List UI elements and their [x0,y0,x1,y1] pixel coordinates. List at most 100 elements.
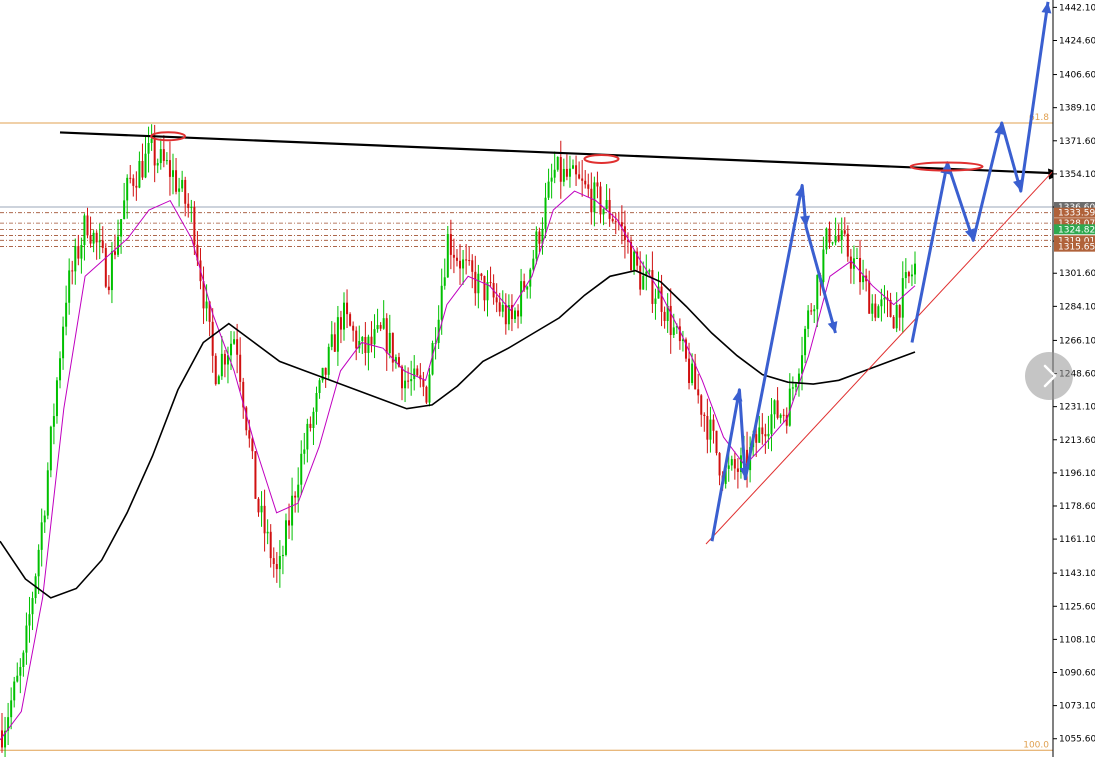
tick-label: 1231.10 [1059,403,1095,413]
candle-body [40,522,43,550]
candle-body [178,188,181,192]
projection-arrows [710,1,1052,542]
candle-body [614,221,617,223]
candle-body [233,339,236,344]
candle-body [825,228,828,250]
candle-body [776,400,779,418]
candle-body [98,240,101,243]
tick-label: 1125.60 [1059,602,1095,612]
candles [1,124,916,758]
candle-body [581,178,584,181]
candle-body [52,416,55,427]
candle-body [144,153,147,178]
candle-body [135,185,138,188]
candle-body [327,346,330,375]
candle-body [883,297,886,300]
candle-body [132,178,135,186]
candle-body [309,423,312,428]
candle-body [868,281,871,314]
candle-body [877,306,880,318]
candle-body [113,251,116,255]
candle-body [483,276,486,301]
candle-body [65,302,68,327]
candle-body [370,336,373,345]
candle-body [843,230,846,234]
tick-label: 1161.10 [1059,535,1095,545]
candle-body [413,368,416,380]
arrowhead [964,228,975,241]
candle-body [697,389,700,396]
candle-body [871,303,874,314]
candle-body [77,246,80,259]
moving-averages [0,190,916,741]
candle-body [550,177,553,182]
candle-body [171,170,174,177]
candle-body [846,233,849,257]
tick-label: 1301.60 [1059,269,1095,279]
candle-body [489,282,492,284]
candle-body [736,468,739,472]
candle-body [281,554,284,557]
candle-body [150,138,153,143]
candle-body [294,495,297,498]
candle-body [126,177,129,201]
candle-body [230,343,233,356]
candle-body [907,272,910,277]
candle-body [504,304,507,325]
candle-body [602,209,605,215]
candle-body [440,285,443,320]
candle-body [495,297,498,303]
tick-label: 1284.10 [1059,302,1095,312]
candle-body [452,254,455,258]
candle-body [162,149,165,161]
candle-body [517,310,520,317]
candle-body [565,168,568,177]
candle-body [120,219,123,237]
candle-body [223,353,226,365]
candle-body [816,274,819,310]
candle-body [159,149,162,164]
candle-body [31,598,34,615]
tick-label: 1354.10 [1059,170,1095,180]
candle-body [89,235,92,244]
candle-body [773,400,776,415]
candle-body [608,199,611,219]
candle-body [428,374,431,403]
tick-label: 1073.10 [1059,702,1095,712]
candle-body [352,325,355,331]
price-label: 1315.65 [1058,243,1095,253]
candle-body [22,652,25,667]
candle-body [691,363,694,384]
candle-body [297,484,300,498]
candle-body [10,700,13,718]
candle-body [254,451,257,499]
candle-body [575,165,578,175]
candle-body [648,270,651,272]
candle-body [275,564,278,570]
tick-label: 1424.60 [1059,36,1095,46]
candle-body [95,232,98,243]
candle-body [156,163,159,166]
tick-label: 1196.10 [1059,469,1095,479]
candle-body [590,188,593,213]
candle-body [43,515,46,523]
candle-body [578,174,581,179]
candle-body [205,301,208,309]
support-line [705,171,1053,545]
candle-body [779,414,782,418]
candle-body [110,251,113,291]
candle-body [288,520,291,526]
candle-body [782,414,785,416]
candle-body [770,414,773,434]
candle-body [263,505,266,534]
candle-body [794,384,797,388]
next-arrow-button[interactable] [1025,352,1073,400]
candle-body [193,206,196,245]
candle-body [425,386,428,403]
candle-body [236,339,239,355]
candle-body [654,298,657,304]
candle-body [584,180,587,185]
fast-ma-line [0,190,916,741]
fib-levels: 61.8100.0 [0,113,1053,751]
candle-body [718,453,721,476]
